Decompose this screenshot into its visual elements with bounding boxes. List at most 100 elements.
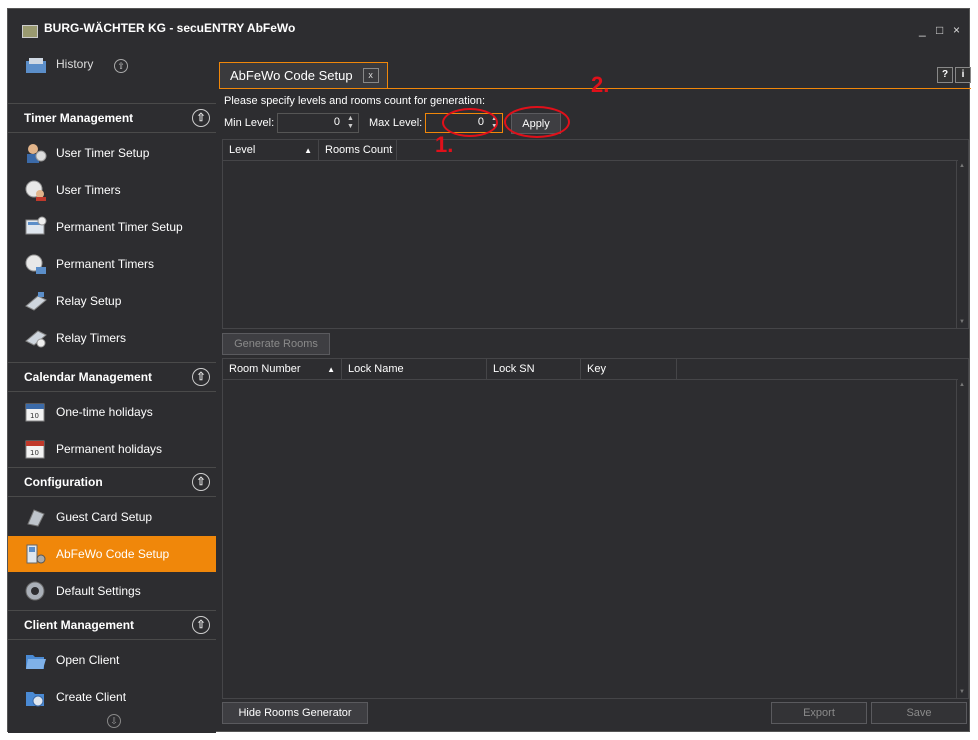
sidebar-item-history[interactable]: History xyxy=(8,53,216,79)
sidebar-item-label: Create Client xyxy=(56,690,127,704)
section-header-configuration[interactable]: Configuration ⇧ xyxy=(8,467,216,497)
spinner-arrows-icon[interactable]: ▲ ▼ xyxy=(489,115,500,131)
apply-button[interactable]: Apply xyxy=(511,113,561,134)
tab-label: AbFeWo Code Setup xyxy=(230,68,353,83)
main-panel: AbFeWo Code Setup x ? i Please specify l… xyxy=(219,60,971,731)
svg-text:10: 10 xyxy=(30,449,39,457)
gear-icon xyxy=(24,580,48,602)
rooms-grid[interactable]: Room Number ▲ Lock Name Lock SN Key ▲ ▼ xyxy=(222,358,969,699)
hide-rooms-generator-button[interactable]: Hide Rooms Generator xyxy=(222,702,368,724)
section-title: Timer Management xyxy=(24,111,134,125)
column-label: Room Number xyxy=(229,363,301,375)
generate-rooms-button[interactable]: Generate Rooms xyxy=(222,333,330,355)
sidebar-item-create-client[interactable]: Create Client xyxy=(8,679,216,715)
column-header-rooms-count[interactable]: Rooms Count xyxy=(319,140,397,160)
max-level-label: Max Level: xyxy=(369,117,423,129)
sidebar-scroll-down-button[interactable]: ⇩ xyxy=(107,714,121,728)
close-button[interactable]: × xyxy=(953,23,960,37)
column-label: Level xyxy=(229,144,256,156)
header-divider xyxy=(223,379,958,380)
collapse-section-icon[interactable]: ⇧ xyxy=(192,109,210,127)
minimize-button[interactable]: _ xyxy=(919,23,926,37)
collapse-section-icon[interactable]: ⇧ xyxy=(192,368,210,386)
sidebar-item-label: Guest Card Setup xyxy=(56,510,153,524)
column-header-room-number[interactable]: Room Number ▲ xyxy=(223,359,342,379)
min-level-label: Min Level: xyxy=(224,117,275,129)
sidebar-item-relay-timers[interactable]: Relay Timers xyxy=(8,320,216,356)
sidebar-item-label: Permanent holidays xyxy=(56,442,163,456)
collapse-section-icon[interactable]: ⇧ xyxy=(192,473,210,491)
tab-abfewo-code-setup[interactable]: AbFeWo Code Setup x xyxy=(219,62,388,88)
relay-setup-icon xyxy=(24,290,48,312)
collapse-section-icon[interactable]: ⇧ xyxy=(192,616,210,634)
max-level-spinner[interactable]: 0 ▲ ▼ xyxy=(425,113,503,133)
sidebar-item-abfewo-code-setup[interactable]: AbFeWo Code Setup xyxy=(8,536,216,572)
sidebar-item-label: Default Settings xyxy=(56,584,141,598)
section-header-timer-management[interactable]: Timer Management ⇧ xyxy=(8,103,216,133)
sidebar-item-permanent-timers[interactable]: Permanent Timers xyxy=(8,246,216,282)
permanent-timers-icon xyxy=(24,253,48,275)
help-button[interactable]: ? xyxy=(937,67,953,83)
sort-ascending-icon: ▲ xyxy=(327,364,335,374)
sidebar-item-label: Relay Timers xyxy=(56,331,127,345)
user-timer-setup-icon xyxy=(24,142,48,164)
title-bar: BURG-WÄCHTER KG - secuENTRY AbFeWo _ □ × xyxy=(8,9,969,53)
sidebar-scroll-up-button[interactable]: ⇧ xyxy=(114,59,128,73)
maximize-button[interactable]: □ xyxy=(936,23,943,37)
info-button[interactable]: i xyxy=(955,67,971,83)
sidebar-item-default-settings[interactable]: Default Settings xyxy=(8,573,216,609)
sidebar-item-user-timers[interactable]: User Timers xyxy=(8,172,216,208)
code-setup-icon xyxy=(24,543,48,565)
column-header-lock-name[interactable]: Lock Name xyxy=(342,359,487,379)
section-title: Configuration xyxy=(24,475,103,489)
app-logo-icon xyxy=(22,25,38,38)
sidebar-item-user-timer-setup[interactable]: User Timer Setup xyxy=(8,135,216,171)
min-level-spinner[interactable]: 0 ▲ ▼ xyxy=(277,113,359,133)
levels-grid[interactable]: Level ▲ Rooms Count ▲ ▼ xyxy=(222,139,969,329)
header-divider xyxy=(223,160,958,161)
sidebar-item-label: Permanent Timers xyxy=(56,257,155,271)
sidebar: History ⇧ Timer Management ⇧ User Timer … xyxy=(8,53,216,733)
app-window: BURG-WÄCHTER KG - secuENTRY AbFeWo _ □ ×… xyxy=(7,8,971,733)
save-button[interactable]: Save xyxy=(871,702,967,724)
column-header-key[interactable]: Key xyxy=(581,359,677,379)
max-level-value: 0 xyxy=(477,116,484,128)
sidebar-item-label: AbFeWo Code Setup xyxy=(56,547,170,561)
levels-scrollbar[interactable]: ▲ ▼ xyxy=(956,160,968,328)
scroll-up-icon[interactable]: ▲ xyxy=(959,163,965,169)
tab-close-button[interactable]: x xyxy=(362,68,379,83)
scroll-down-icon[interactable]: ▼ xyxy=(959,319,965,325)
export-button[interactable]: Export xyxy=(771,702,867,724)
column-header-lock-sn[interactable]: Lock SN xyxy=(487,359,581,379)
sidebar-item-guest-card-setup[interactable]: Guest Card Setup xyxy=(8,499,216,535)
sidebar-item-label: History xyxy=(56,57,94,71)
sidebar-item-one-time-holidays[interactable]: 10 One-time holidays xyxy=(8,394,216,430)
svg-text:10: 10 xyxy=(30,412,39,420)
scroll-up-icon[interactable]: ▲ xyxy=(959,382,965,388)
section-header-calendar-management[interactable]: Calendar Management ⇧ xyxy=(8,362,216,392)
step-marker-2: 2. xyxy=(591,72,610,97)
sidebar-item-label: User Timers xyxy=(56,183,121,197)
relay-timers-icon xyxy=(24,327,48,349)
sidebar-item-permanent-timer-setup[interactable]: Permanent Timer Setup xyxy=(8,209,216,245)
column-header-level[interactable]: Level ▲ xyxy=(223,140,319,160)
window-title: BURG-WÄCHTER KG - secuENTRY AbFeWo xyxy=(44,21,296,35)
section-title: Calendar Management xyxy=(24,370,153,384)
section-header-client-management[interactable]: Client Management ⇧ xyxy=(8,610,216,640)
sidebar-item-permanent-holidays[interactable]: 10 Permanent holidays xyxy=(8,431,216,467)
spinner-arrows-icon[interactable]: ▲ ▼ xyxy=(345,115,356,131)
sidebar-item-label: One-time holidays xyxy=(56,405,153,419)
generation-prompt: Please specify levels and rooms count fo… xyxy=(224,95,486,107)
scroll-down-icon[interactable]: ▼ xyxy=(959,689,965,695)
rooms-scrollbar[interactable]: ▲ ▼ xyxy=(956,379,968,698)
guest-card-icon xyxy=(24,506,48,528)
open-folder-icon xyxy=(24,649,48,671)
min-level-value: 0 xyxy=(333,116,340,128)
sidebar-item-label: Relay Setup xyxy=(56,294,122,308)
permanent-timer-setup-icon xyxy=(24,216,48,238)
sidebar-item-relay-setup[interactable]: Relay Setup xyxy=(8,283,216,319)
user-timers-icon xyxy=(24,179,48,201)
sidebar-item-label: User Timer Setup xyxy=(56,146,150,160)
sidebar-item-open-client[interactable]: Open Client xyxy=(8,642,216,678)
step-marker-1: 1. xyxy=(435,132,454,157)
